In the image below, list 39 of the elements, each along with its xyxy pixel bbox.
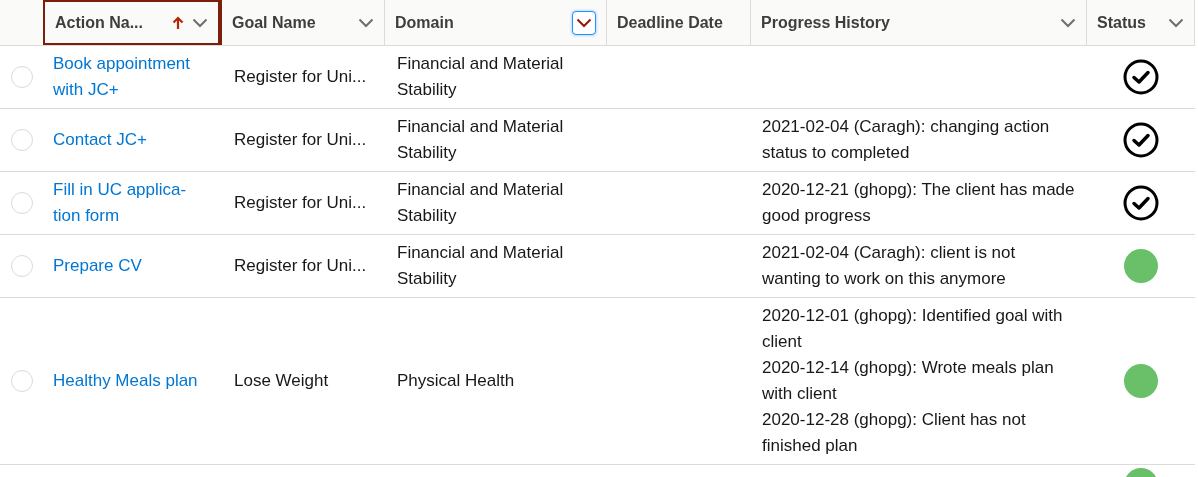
column-header[interactable]: Progress History [751, 0, 1087, 45]
column-header[interactable]: Deadline Date [607, 0, 751, 45]
action-link[interactable]: Fill in UC applica-tion form [53, 177, 212, 229]
table-cell-text: Lose Weight [234, 370, 329, 393]
table-cell-text: Financial and Material Stability [397, 242, 565, 290]
table-cell-text: Register for Uni... [234, 129, 367, 152]
column-header[interactable]: Domain [385, 0, 607, 45]
action-link[interactable]: Book appointment with JC+ [53, 51, 212, 103]
column-label: Progress History [761, 12, 890, 33]
action-link[interactable]: Contact JC+ [53, 127, 147, 153]
table-cell-text: Financial and Material Stability [397, 53, 565, 101]
action-link[interactable]: Prepare CV [53, 253, 142, 279]
column-label: Deadline Date [617, 12, 723, 33]
table-cell-text: Register for Uni... [234, 66, 367, 89]
column-menu-button[interactable] [572, 10, 596, 35]
column-label: Action Na... [55, 12, 143, 33]
column-header[interactable]: Goal Name [222, 0, 385, 45]
check-circle-icon [1123, 122, 1159, 158]
history-entry: 2021-02-04 (Caragh): client is not wanting to work on this anymore [762, 242, 1017, 290]
chevron-down-icon [576, 17, 592, 28]
sort-up-arrow-icon [172, 15, 184, 30]
column-label: Goal Name [232, 12, 316, 33]
column-header[interactable]: Action Na... [43, 0, 222, 45]
check-circle-icon [1123, 185, 1159, 221]
table-cell-text: Register for Uni... [234, 192, 367, 215]
table-cell-text: Register for Uni... [234, 255, 367, 278]
column-label: Status [1097, 12, 1146, 33]
history-entry: 2021-02-04 (Caragh): changing action status to completed [762, 116, 1051, 164]
column-label: Domain [395, 12, 454, 33]
check-circle-icon [1123, 59, 1159, 95]
history-entry: 2020-12-01 (ghopg): Identified goal with client [762, 305, 1064, 353]
history-entry: 2020-12-28 (ghopg): Client has not finished plan [762, 409, 1027, 457]
action-link[interactable]: Healthy Meals plan [53, 368, 198, 394]
column-header[interactable]: Status [1087, 0, 1195, 45]
history-entry: 2020-12-14 (ghopg): Wrote meals plan with client [762, 357, 1055, 405]
history-entry: 2020-12-21 (ghopg): The client has made good progress [762, 179, 1076, 227]
table-cell-text: Physical Health [397, 370, 515, 392]
table-cell-text: Financial and Material Stability [397, 116, 565, 164]
table-cell-text: Financial and Material Stability [397, 179, 565, 227]
